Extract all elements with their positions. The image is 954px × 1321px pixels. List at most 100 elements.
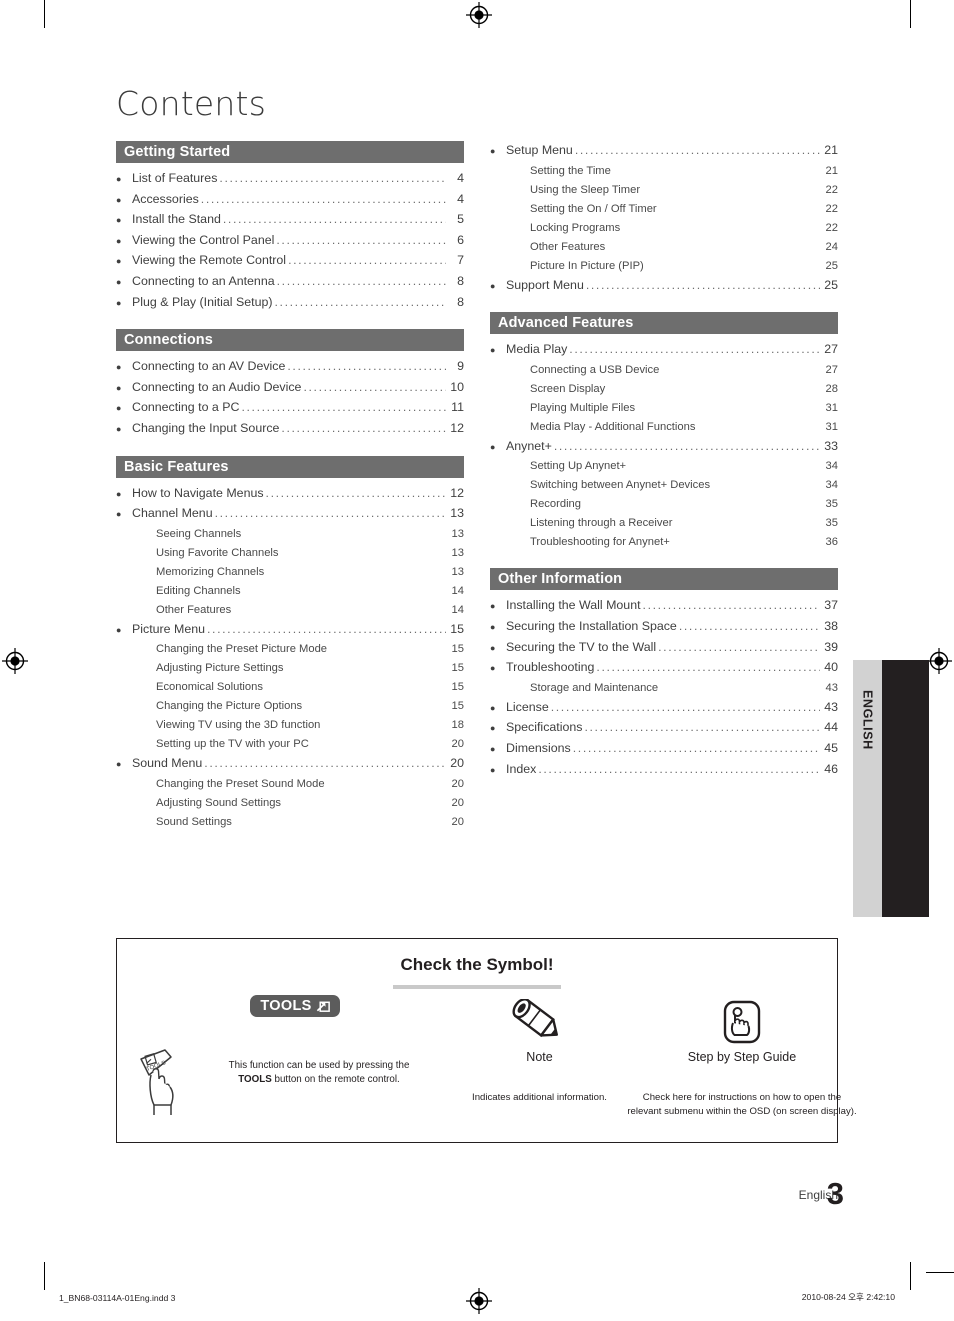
toc-entry[interactable]: ● Picture Menu 15	[116, 620, 464, 641]
toc-entry[interactable]: ● Connecting to an Audio Device 10	[116, 378, 464, 399]
toc-section: Connections●Connecting to an AV Device9●…	[116, 329, 464, 439]
toc-entry-label: Picture Menu	[132, 621, 206, 636]
toc-entry[interactable]: Sound Settings 20	[116, 813, 464, 832]
toc-entry[interactable]: Listening through a Receiver 35	[490, 514, 838, 533]
toc-entry-label: Changing the Preset Sound Mode	[156, 777, 325, 790]
toc-entry-label: Installing the Wall Mount	[506, 598, 641, 613]
toc-entry[interactable]: ● Media Play 27	[490, 340, 838, 361]
toc-entry[interactable]: ● Install the Stand 5	[116, 210, 464, 231]
toc-entry-label: Connecting to a PC	[132, 400, 240, 415]
toc-entry[interactable]: Adjusting Sound Settings 20	[116, 794, 464, 813]
toc-entry[interactable]: ● Plug & Play (Initial Setup) 8	[116, 293, 464, 314]
toc-entry[interactable]: Viewing TV using the 3D function 18	[116, 716, 464, 735]
toc-entry[interactable]: ● Support Menu 25	[490, 276, 838, 297]
toc-entry[interactable]: Adjusting Picture Settings 15	[116, 659, 464, 678]
toc-entry[interactable]: ● Accessories 4	[116, 190, 464, 211]
toc-entry[interactable]: Playing Multiple Files 31	[490, 399, 838, 418]
print-slug-left: 1_BN68-03114A-01Eng.indd 3	[59, 1293, 176, 1303]
toc-entry[interactable]: Using Favorite Channels 13	[116, 544, 464, 563]
toc-entry-label: Connecting to an Audio Device	[132, 379, 302, 394]
toc-entry-page: 35	[825, 517, 838, 530]
toc-entry[interactable]: ● Specifications 44	[490, 718, 838, 739]
toc-entry[interactable]: ● Viewing the Control Panel 6	[116, 231, 464, 252]
toc-section: ● Setup Menu 21 Setting the Time 21 Using the…	[490, 141, 838, 296]
toc-entry-label: Connecting to an Antenna	[132, 273, 275, 288]
toc-entry-page: 15	[451, 681, 464, 694]
dot-leader	[554, 437, 820, 457]
toc-entry[interactable]: Recording 35	[490, 495, 838, 514]
toc-entry[interactable]: Changing the Preset Sound Mode 20	[116, 775, 464, 794]
toc-entry[interactable]: ● Index 46	[490, 760, 838, 781]
toc-entry-page: 31	[825, 420, 838, 433]
page-number: 3	[826, 1176, 844, 1211]
toc-entry[interactable]: ● How to Navigate Menus 12	[116, 484, 464, 505]
toc-entry[interactable]: Economical Solutions 15	[116, 678, 464, 697]
symbol-box-title: Check the Symbol!	[400, 955, 554, 974]
toc-section: Other Information ● Installing the Wall Mo…	[490, 568, 838, 780]
tools-badge-wrap: TOOLS	[135, 995, 455, 1035]
toc-entry-label: Using the Sleep Timer	[530, 183, 641, 196]
toc-entry[interactable]: Seeing Channels 13	[116, 525, 464, 544]
toc-entry[interactable]: Setting Up Anynet+ 34	[490, 457, 838, 476]
toc-entry[interactable]: ● Changing the Input Source 12	[116, 419, 464, 440]
toc-entry[interactable]: Connecting a USB Device 27	[490, 361, 838, 380]
toc-entry-page: 25	[824, 277, 838, 292]
toc-entry-page: 46	[824, 761, 838, 776]
bullet-icon: ●	[116, 235, 122, 246]
toc-entry[interactable]: ● Setup Menu 21	[490, 141, 838, 162]
toc-entry[interactable]: Screen Display 28	[490, 380, 838, 399]
toc-entry[interactable]: Changing the Preset Picture Mode 15	[116, 640, 464, 659]
toc-entry[interactable]: Setting up the TV with your PC 20	[116, 735, 464, 754]
toc-entry[interactable]: Switching between Anynet+ Devices 34	[490, 476, 838, 495]
toc-entry-page: 15	[451, 662, 464, 675]
toc-entry[interactable]: ● Channel Menu 13	[116, 504, 464, 525]
toc-entry[interactable]: Memorizing Channels 13	[116, 563, 464, 582]
toc-entry[interactable]: Other Features 14	[116, 601, 464, 620]
dot-leader	[538, 760, 820, 780]
toc-entry[interactable]: ● Anynet+ 33	[490, 437, 838, 458]
toc-entry-page: 22	[825, 183, 838, 196]
toc-entry-label: Storage and Maintenance	[530, 681, 659, 694]
toc-entry[interactable]: ● Connecting to a PC 11	[116, 398, 464, 419]
toc-entry[interactable]: Changing the Picture Options 15	[116, 697, 464, 716]
toc-entry-page: 36	[825, 536, 838, 549]
toc-entry[interactable]: ● Sound Menu 20	[116, 754, 464, 775]
toc-entry-label: Recording	[530, 498, 581, 511]
toc-entry-label: Media Play - Additional Functions	[530, 420, 696, 433]
dot-leader	[596, 658, 820, 678]
toc-entry[interactable]: Picture In Picture (PIP) 25	[490, 257, 838, 276]
toc-entry[interactable]: ● Connecting to an AV Device 9	[116, 357, 464, 378]
toc-entry-page: 11	[451, 400, 464, 415]
toc-entry-label: Seeing Channels	[156, 527, 242, 540]
toc-entry[interactable]: Locking Programs 22	[490, 219, 838, 238]
dot-leader	[215, 504, 446, 524]
toc-entry[interactable]: Using the Sleep Timer 22	[490, 181, 838, 200]
toc-entry[interactable]: ● Troubleshooting 40	[490, 658, 838, 679]
toc-entry[interactable]: Editing Channels 14	[116, 582, 464, 601]
toc-entry-page: 24	[825, 240, 838, 253]
toc-entry[interactable]: ● List of Features 4	[116, 169, 464, 190]
toc-entry[interactable]: ● Securing the TV to the Wall 39	[490, 638, 838, 659]
tools-description-row: TOOLS This function can be used by press…	[135, 1045, 455, 1117]
toc-entry-page: 34	[825, 479, 838, 492]
toc-entry[interactable]: ● Viewing the Remote Control 7	[116, 251, 464, 272]
step-guide-caption: Step by Step Guide	[687, 1050, 797, 1064]
toc-entry[interactable]: Storage and Maintenance 43	[490, 679, 838, 698]
toc-entry[interactable]: ● License 43	[490, 698, 838, 719]
toc-entry[interactable]: Media Play - Additional Functions 31	[490, 418, 838, 437]
toc-entry[interactable]: ● Connecting to an Antenna 8	[116, 272, 464, 293]
toc-entry-page: 28	[825, 382, 838, 395]
toc-entry[interactable]: Setting the Time 21	[490, 162, 838, 181]
tools-description-bold: TOOLS	[238, 1073, 272, 1085]
toc-entry[interactable]: Other Features 24	[490, 238, 838, 257]
toc-entry[interactable]: ● Securing the Installation Space 38	[490, 617, 838, 638]
toc-entry-label: Economical Solutions	[156, 681, 263, 694]
toc-entry-page: 20	[451, 796, 464, 809]
tools-badge-label: TOOLS	[260, 998, 312, 1014]
toc-entry[interactable]: Setting the On / Off Timer 22	[490, 200, 838, 219]
toc-entry-label: Changing the Input Source	[132, 420, 280, 435]
toc-entry[interactable]: Troubleshooting for Anynet+ 36	[490, 533, 838, 552]
dot-leader	[551, 698, 820, 718]
toc-entry[interactable]: ● Installing the Wall Mount 37	[490, 596, 838, 617]
toc-entry[interactable]: ● Dimensions 45	[490, 739, 838, 760]
